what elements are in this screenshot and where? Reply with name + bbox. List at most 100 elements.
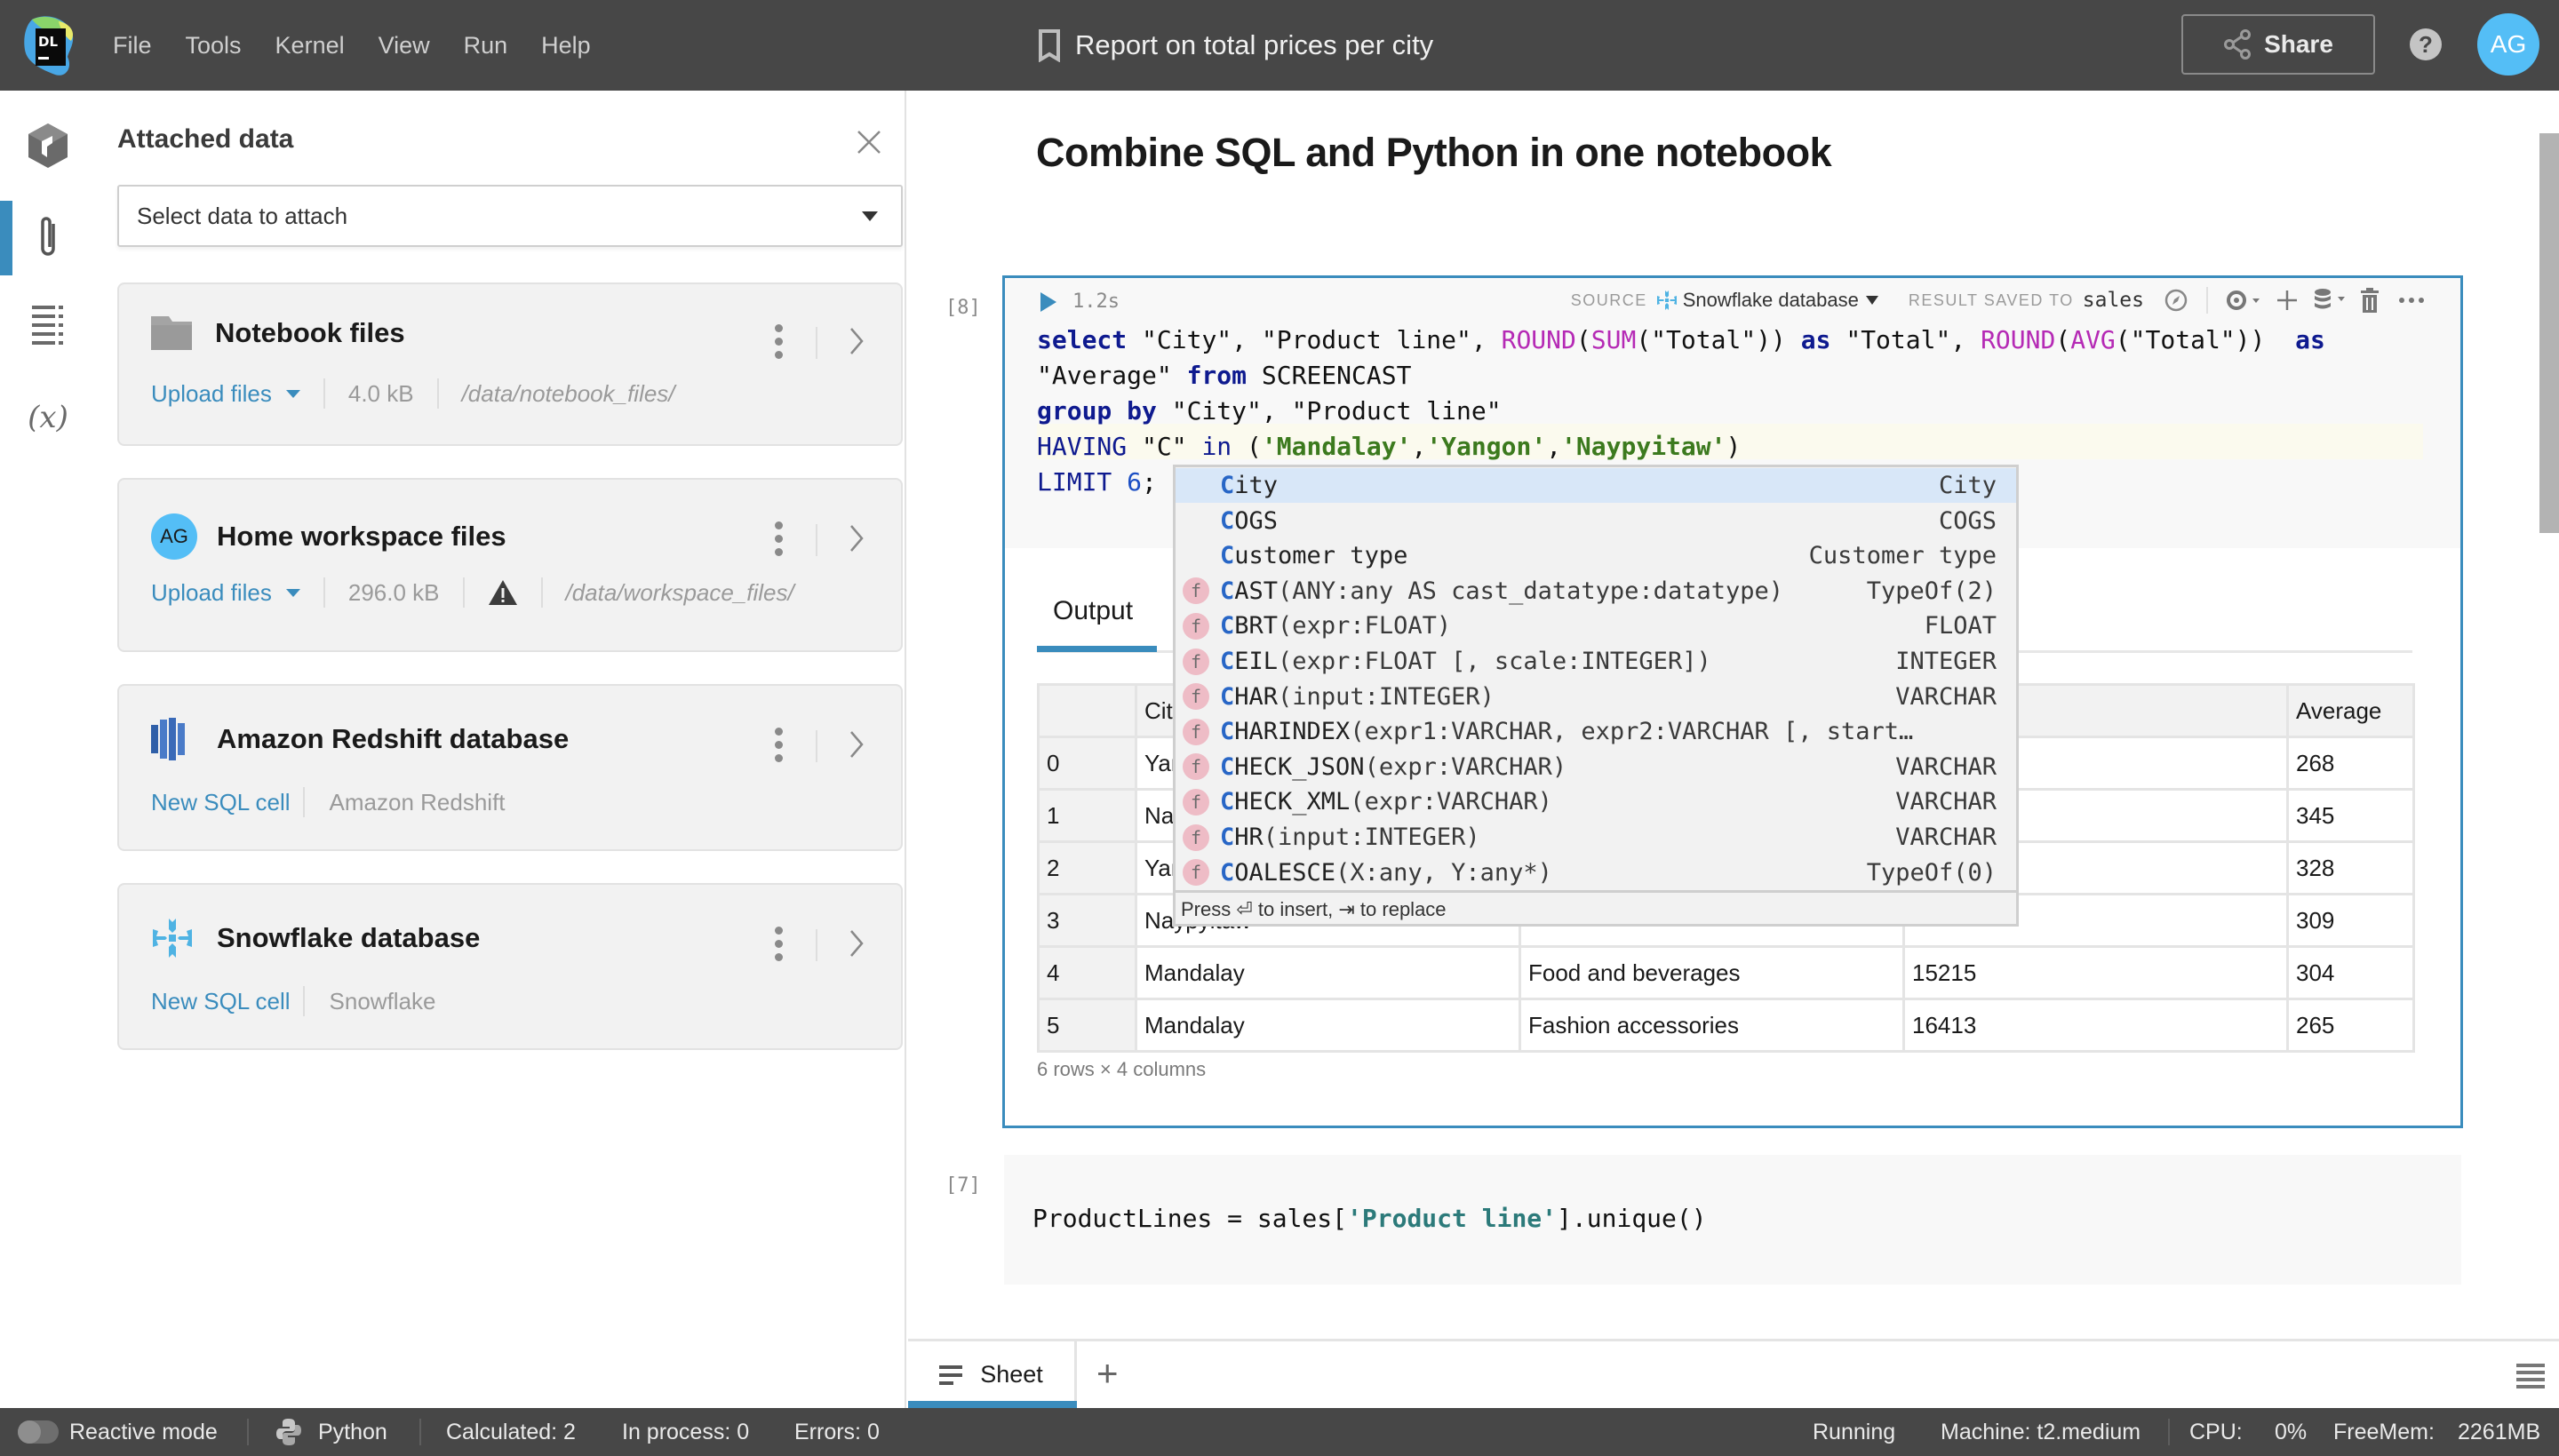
- top-bar: DL File Tools Kernel View Run Help Repor…: [0, 0, 2559, 91]
- autocomplete-item[interactable]: f CHARINDEX(expr1:VARCHAR, expr2:VARCHAR …: [1176, 714, 2016, 749]
- chevron-right-icon[interactable]: [846, 522, 867, 554]
- row-index: 1: [1037, 788, 1137, 843]
- autocomplete-item[interactable]: City City: [1176, 468, 2016, 503]
- rail-item-outline[interactable]: [0, 288, 96, 362]
- card-header: AG Home workspace files: [151, 513, 506, 560]
- source-select[interactable]: Snowflake database: [1683, 289, 1859, 312]
- chevron-down-icon: [862, 211, 878, 221]
- autocomplete-item[interactable]: Customer type Customer type: [1176, 538, 2016, 573]
- snowflake-icon: [153, 919, 192, 958]
- calculated-count: Calculated: 2: [446, 1419, 576, 1444]
- variables-icon: (x): [28, 400, 68, 435]
- divider: [436, 378, 439, 409]
- python-cell[interactable]: ProductLines = sales['Product line'].uni…: [1004, 1155, 2461, 1285]
- execution-count: [7]: [945, 1174, 981, 1197]
- menu-kernel[interactable]: Kernel: [275, 32, 345, 60]
- autocomplete-item[interactable]: f CHR(input:INTEGER) VARCHAR: [1176, 820, 2016, 855]
- rail-item-environment[interactable]: [0, 108, 96, 183]
- card-title: Home workspace files: [217, 521, 506, 552]
- kebab-menu-icon[interactable]: [773, 519, 784, 559]
- function-icon: f: [1183, 612, 1209, 640]
- autocomplete-item[interactable]: f CEIL(expr:FLOAT [, scale:INTEGER]) INTEG…: [1176, 644, 2016, 679]
- reactive-mode-toggle[interactable]: Reactive mode: [18, 1408, 218, 1456]
- divider: [247, 1419, 249, 1445]
- notebook-heading: Combine SQL and Python in one notebook: [1036, 130, 1832, 175]
- document-title[interactable]: Report on total prices per city: [1038, 0, 1433, 91]
- visibility-icon[interactable]: [2226, 290, 2261, 311]
- autocomplete-item-type: TypeOf(0): [1866, 858, 1997, 887]
- close-icon[interactable]: [853, 126, 885, 158]
- warning-icon[interactable]: [488, 579, 518, 606]
- autocomplete-item[interactable]: f CHECK_XML(expr:VARCHAR) VARCHAR: [1176, 784, 2016, 819]
- table-row[interactable]: 4 Mandalay Food and beverages 15215 304: [1037, 945, 2415, 1000]
- machine-label[interactable]: Machine: t2.medium: [1941, 1408, 2140, 1456]
- table-cell: Fashion accessories: [1519, 998, 1905, 1053]
- divider: [816, 524, 817, 556]
- function-icon: f: [1183, 859, 1209, 887]
- autocomplete-item[interactable]: f COALESCE(X:any, Y:any*) TypeOf(0): [1176, 855, 2016, 890]
- compass-icon[interactable]: [2164, 288, 2188, 313]
- menu-run[interactable]: Run: [464, 32, 508, 60]
- autocomplete-item-type: VARCHAR: [1895, 788, 1997, 816]
- menu-tools[interactable]: Tools: [186, 32, 242, 60]
- column-header[interactable]: Average: [2286, 683, 2415, 738]
- bookmark-icon[interactable]: [1038, 28, 1061, 62]
- divider: [419, 1419, 421, 1445]
- chevron-right-icon[interactable]: [846, 728, 867, 760]
- table-cell: 268: [2286, 736, 2415, 791]
- kebab-menu-icon[interactable]: [773, 725, 784, 765]
- chevron-right-icon[interactable]: [846, 325, 867, 357]
- autocomplete-item[interactable]: f CBRT(expr:FLOAT) FLOAT: [1176, 609, 2016, 643]
- card-header: Notebook files: [151, 316, 405, 350]
- menu-help[interactable]: Help: [541, 32, 591, 60]
- hamburger-menu-icon[interactable]: [2516, 1363, 2545, 1389]
- autocomplete-item[interactable]: f CHAR(input:INTEGER) VARCHAR: [1176, 680, 2016, 714]
- menu-file[interactable]: File: [113, 32, 152, 60]
- result-variable[interactable]: sales: [2083, 289, 2144, 312]
- function-icon: f: [1183, 718, 1209, 745]
- menu-view[interactable]: View: [379, 32, 430, 60]
- user-avatar[interactable]: AG: [2477, 13, 2539, 76]
- chevron-down-icon[interactable]: [1865, 296, 1878, 305]
- autocomplete-item[interactable]: COGS COGS: [1176, 504, 2016, 538]
- table-cell: 309: [2286, 893, 2415, 948]
- kernel-indicator[interactable]: Python: [275, 1408, 387, 1456]
- caret-down-icon[interactable]: [285, 389, 300, 398]
- tab-output[interactable]: Output: [1053, 596, 1133, 626]
- column-header[interactable]: [1037, 683, 1137, 738]
- sheet-bar: Sheet +: [908, 1339, 2559, 1408]
- caret-down-icon[interactable]: [285, 588, 300, 597]
- new-sql-cell-button[interactable]: New SQL cell: [151, 789, 291, 816]
- rail-item-variables[interactable]: (x): [0, 380, 96, 455]
- delete-icon[interactable]: [2359, 287, 2380, 314]
- card-footer: Upload files 296.0 kB /data/workspace_fi…: [151, 577, 794, 608]
- share-button[interactable]: Share: [2181, 14, 2375, 75]
- run-cell-icon[interactable]: [1040, 292, 1056, 312]
- help-icon[interactable]: ?: [2410, 28, 2442, 60]
- add-cell-icon[interactable]: [2276, 289, 2299, 312]
- autocomplete-item[interactable]: f CAST(ANY:any AS cast_datatype:datatype)…: [1176, 574, 2016, 609]
- autocomplete-item[interactable]: f CHECK_JSON(expr:VARCHAR) VARCHAR: [1176, 750, 2016, 784]
- toggle-icon[interactable]: [18, 1420, 59, 1444]
- upload-files-button[interactable]: Upload files: [151, 380, 272, 408]
- datalore-logo-icon[interactable]: DL: [20, 14, 84, 78]
- autocomplete-item-type: VARCHAR: [1895, 682, 1997, 711]
- chevron-right-icon[interactable]: [846, 927, 867, 959]
- database-icon[interactable]: [2313, 288, 2348, 313]
- workspace-avatar: AG: [151, 513, 197, 560]
- new-sql-cell-button[interactable]: New SQL cell: [151, 988, 291, 1015]
- reactive-mode-label: Reactive mode: [69, 1419, 218, 1444]
- kebab-menu-icon[interactable]: [773, 924, 784, 964]
- sheet-tab[interactable]: Sheet: [908, 1341, 1077, 1408]
- kebab-menu-icon[interactable]: [773, 322, 784, 362]
- upload-files-button[interactable]: Upload files: [151, 579, 272, 607]
- add-sheet-button[interactable]: +: [1096, 1352, 1119, 1395]
- free-mem-label: FreeMem:: [2333, 1419, 2435, 1444]
- divider: [540, 577, 543, 608]
- rail-item-attached-data[interactable]: [0, 201, 96, 275]
- attach-data-select[interactable]: Select data to attach: [117, 185, 903, 247]
- table-row[interactable]: 5 Mandalay Fashion accessories 16413 265: [1037, 998, 2415, 1053]
- kernel-state: Running: [1813, 1419, 1896, 1444]
- more-icon[interactable]: [2398, 296, 2425, 305]
- vertical-scrollbar[interactable]: [2539, 133, 2559, 533]
